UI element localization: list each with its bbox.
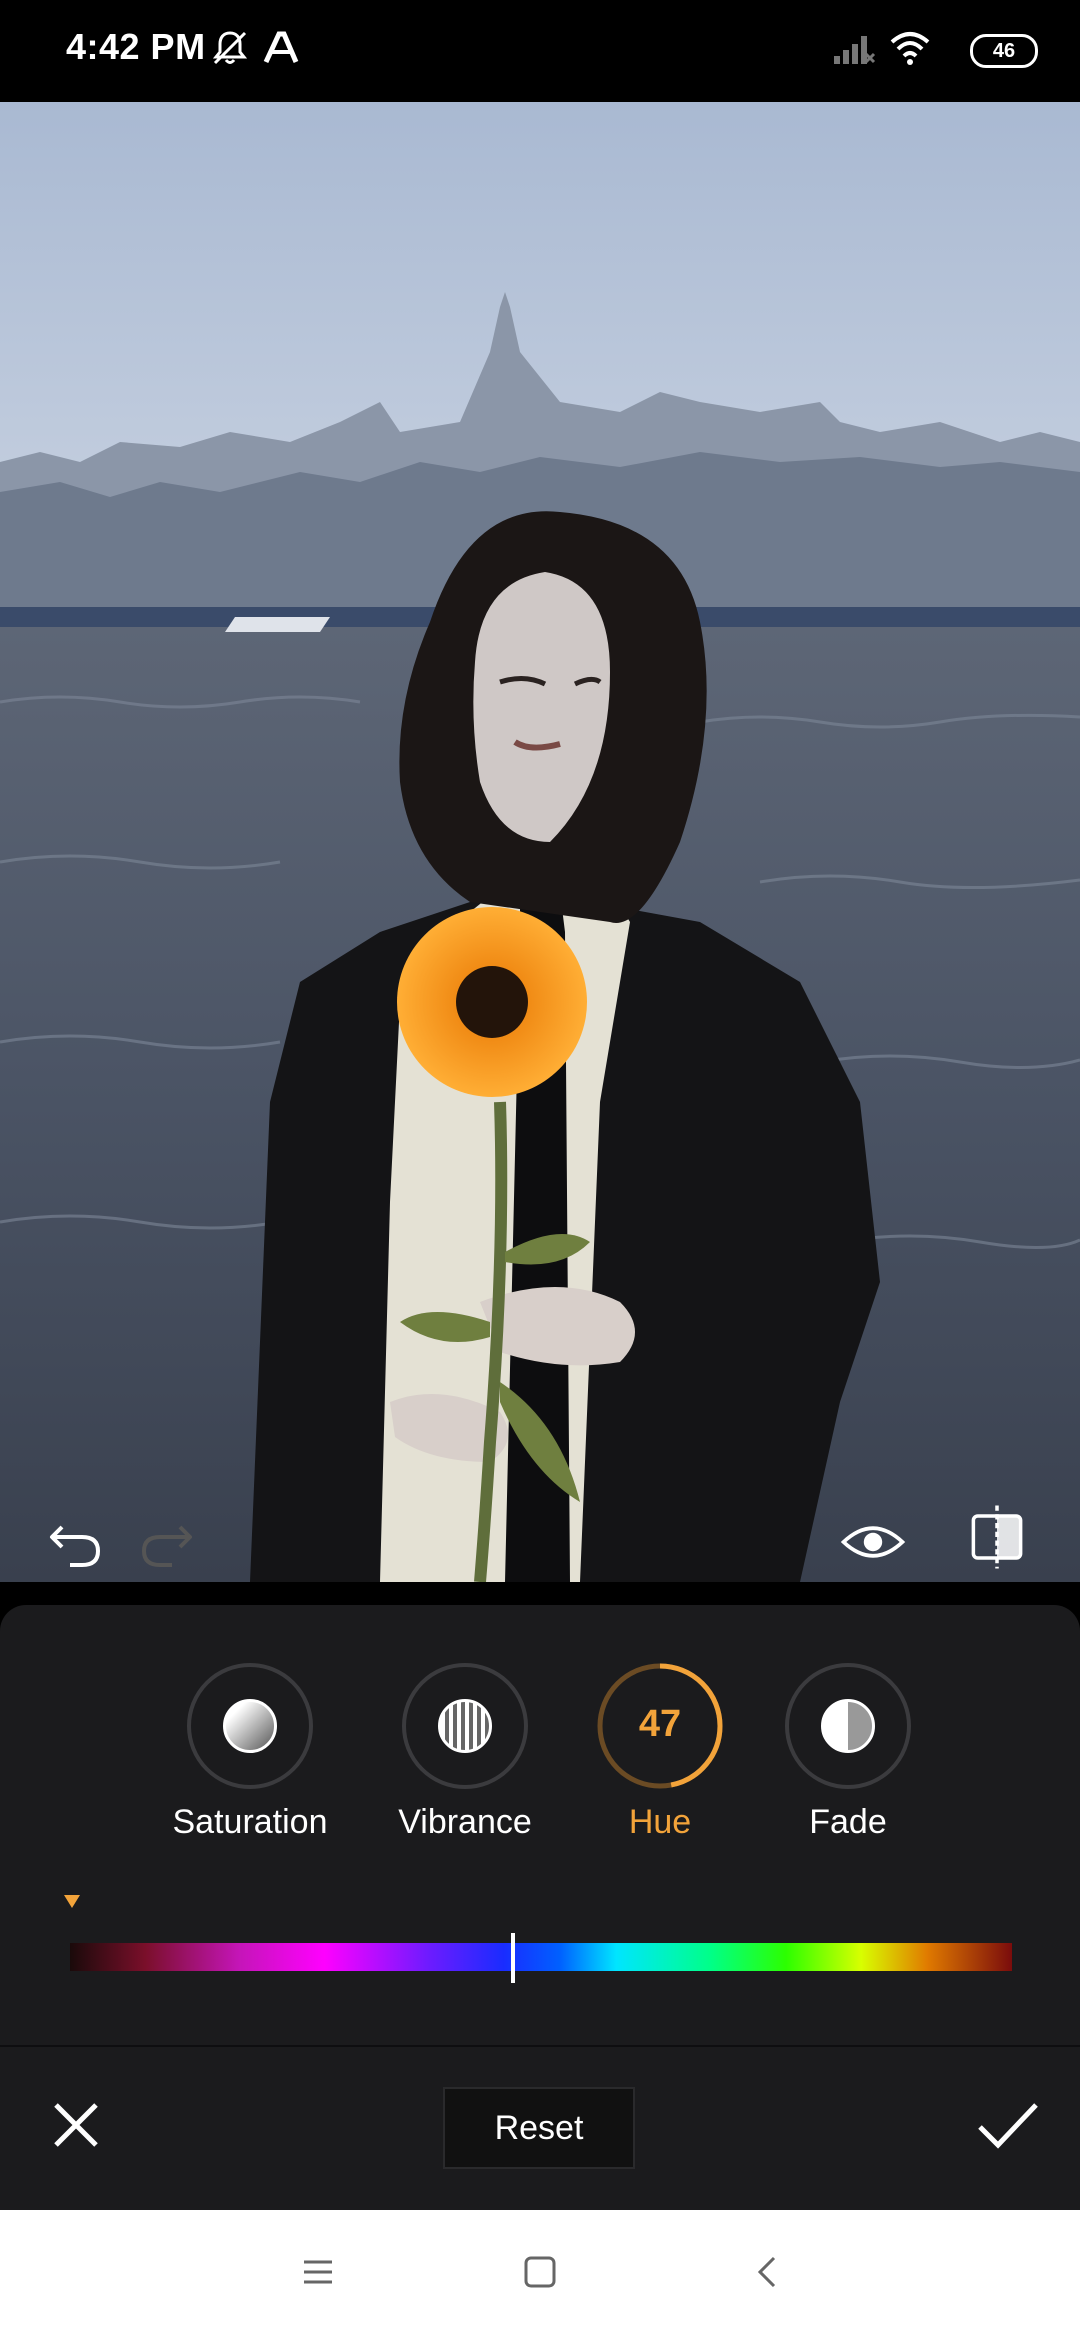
back-icon[interactable]	[748, 2252, 788, 2292]
saturation-label: Saturation	[172, 1803, 328, 1841]
home-icon[interactable]	[520, 2252, 560, 2292]
adjust-panel: Saturation Vibrance 47 Hue Fade	[0, 1605, 1080, 2045]
mute-icon	[212, 31, 248, 65]
vibrance-ring	[402, 1663, 528, 1789]
saturation-ring	[187, 1663, 313, 1789]
hue-value: 47	[638, 1703, 682, 1745]
hue-label: Hue	[628, 1803, 692, 1841]
hue-slider-thumb[interactable]	[510, 1933, 515, 1983]
eye-icon[interactable]	[838, 1507, 908, 1577]
action-bar: Reset	[0, 2045, 1080, 2212]
reset-button[interactable]: Reset	[443, 2087, 635, 2169]
a-icon	[263, 31, 299, 64]
vibrance-tool[interactable]: Vibrance	[365, 1663, 565, 1842]
undo-icon[interactable]	[40, 1507, 110, 1577]
wifi-icon	[890, 32, 930, 65]
close-icon[interactable]	[48, 2097, 104, 2153]
photo-illustration	[0, 102, 1080, 1582]
hue-ring: 47	[597, 1663, 723, 1789]
hue-tool[interactable]: 47 Hue	[560, 1663, 760, 1842]
hue-slider-track[interactable]	[70, 1943, 1012, 1971]
fade-label: Fade	[809, 1803, 887, 1841]
slider-default-marker	[64, 1895, 80, 1908]
redo-icon[interactable]	[132, 1507, 202, 1577]
fade-icon	[821, 1699, 875, 1753]
vibrance-icon	[438, 1699, 492, 1753]
signal-icon	[834, 36, 876, 64]
saturation-tool[interactable]: Saturation	[150, 1663, 350, 1842]
system-nav-bar	[0, 2210, 1080, 2340]
status-bar: 4:42 PM 46	[0, 0, 1080, 102]
status-time: 4:42 PM	[66, 26, 206, 67]
fade-ring	[785, 1663, 911, 1789]
fade-tool[interactable]: Fade	[748, 1663, 948, 1842]
vibrance-label: Vibrance	[398, 1803, 532, 1841]
saturation-icon	[223, 1699, 277, 1753]
check-icon[interactable]	[976, 2097, 1040, 2153]
menu-icon[interactable]	[298, 2252, 338, 2292]
battery-indicator: 46	[970, 34, 1038, 68]
photo-canvas[interactable]	[0, 102, 1080, 1582]
compare-icon[interactable]	[962, 1502, 1032, 1572]
